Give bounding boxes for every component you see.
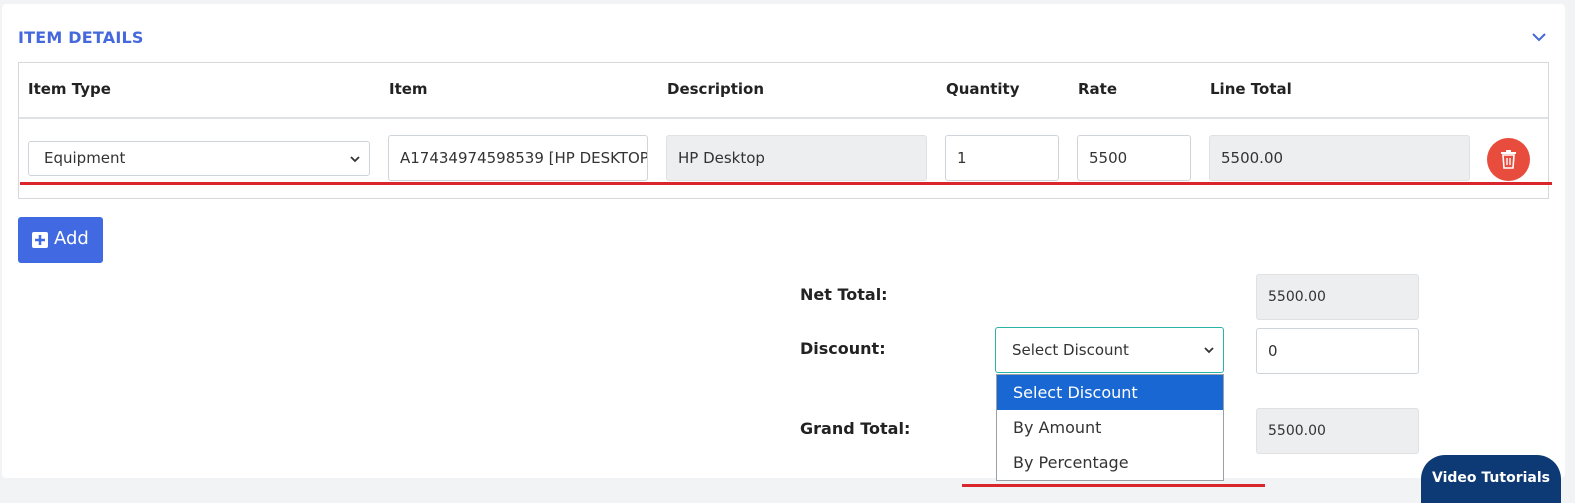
annotation-underline [962, 484, 1265, 487]
header-line-total: Line Total [1210, 80, 1292, 98]
chevron-down-icon [1204, 347, 1214, 354]
header-quantity: Quantity [946, 80, 1020, 98]
plus-square-icon [32, 232, 48, 248]
quantity-input[interactable]: 1 [945, 135, 1059, 181]
trash-icon [1501, 150, 1516, 169]
grand-total-value: 5500.00 [1256, 408, 1419, 454]
grand-total-label: Grand Total: [800, 419, 911, 438]
header-rate: Rate [1078, 80, 1118, 98]
net-total-label: Net Total: [800, 285, 888, 304]
header-item-type: Item Type [28, 80, 111, 98]
item-input[interactable]: A17434974598539 [HP DESKTOP] [388, 135, 648, 181]
chevron-down-icon[interactable] [1530, 28, 1548, 46]
add-item-button[interactable]: Add [18, 217, 103, 263]
chevron-down-icon [350, 156, 360, 163]
discount-select-value: Select Discount [1012, 341, 1129, 359]
header-item: Item [389, 80, 428, 98]
line-total-input[interactable]: 5500.00 [1209, 135, 1470, 181]
delete-row-button[interactable] [1487, 138, 1530, 181]
annotation-underline [20, 182, 1552, 185]
table-header-row: Item Type Item Description Quantity Rate… [19, 63, 1548, 119]
discount-option-percentage[interactable]: By Percentage [997, 445, 1223, 480]
add-button-label: Add [54, 228, 89, 249]
discount-select[interactable]: Select Discount [995, 327, 1224, 373]
item-type-value: Equipment [44, 149, 126, 167]
discount-option-amount[interactable]: By Amount [997, 410, 1223, 445]
item-type-select[interactable]: Equipment [28, 141, 370, 176]
discount-label: Discount: [800, 339, 886, 358]
description-input[interactable]: HP Desktop [666, 135, 927, 181]
rate-input[interactable]: 5500 [1077, 135, 1191, 181]
discount-options-list: Select Discount By Amount By Percentage [996, 374, 1224, 481]
header-description: Description [667, 80, 765, 98]
discount-option-select[interactable]: Select Discount [997, 375, 1223, 410]
net-total-value: 5500.00 [1256, 274, 1419, 320]
discount-value-input[interactable]: 0 [1256, 328, 1419, 374]
video-tutorials-button[interactable]: Video Tutorials [1421, 455, 1561, 503]
section-title: ITEM DETAILS [18, 28, 144, 47]
